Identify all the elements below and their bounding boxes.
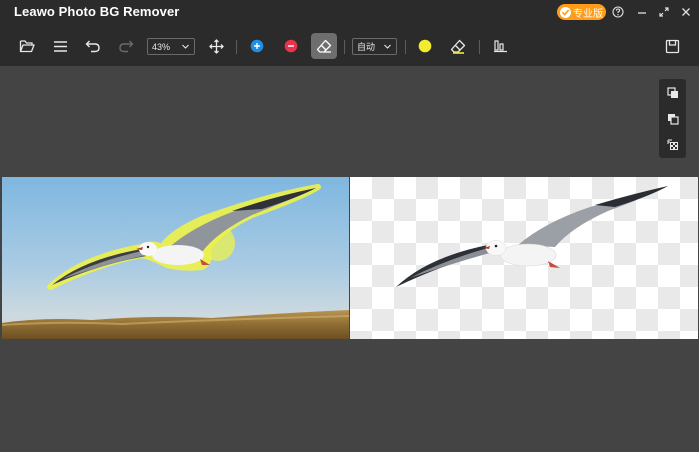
mode-select[interactable]: 自动 [352, 38, 397, 55]
pro-check-icon [560, 6, 571, 18]
title-bar: Leawo Photo BG Remover 专业版 [0, 0, 699, 24]
side-tool-panel [659, 79, 686, 158]
seagull-photo [2, 177, 349, 339]
chevron-down-icon [383, 42, 392, 53]
highlight-color-icon[interactable] [412, 33, 438, 59]
copy-icon[interactable] [663, 83, 682, 102]
minimize-icon[interactable] [634, 3, 650, 21]
toolbar-divider [405, 40, 406, 54]
seagull-cutout [396, 186, 668, 287]
duplicate-icon[interactable] [663, 109, 682, 128]
open-folder-icon[interactable] [14, 33, 40, 59]
move-icon[interactable] [203, 33, 229, 59]
zoom-select[interactable]: 43% [147, 38, 195, 55]
close-icon[interactable] [678, 3, 694, 21]
toolbar-divider [479, 40, 480, 54]
original-image-canvas[interactable] [2, 177, 349, 339]
mode-value: 自动 [357, 42, 376, 52]
undo-icon[interactable] [80, 33, 106, 59]
compare-icon[interactable] [487, 33, 513, 59]
transparent-layer-icon[interactable] [663, 135, 682, 154]
zoom-value: 43% [152, 41, 171, 52]
eraser-icon[interactable] [311, 33, 337, 59]
toolbar: 43% 自动 [0, 24, 699, 66]
clear-eraser-icon[interactable] [445, 33, 471, 59]
restore-icon[interactable] [656, 3, 672, 21]
toolbar-divider [344, 40, 345, 54]
redo-icon[interactable] [113, 33, 139, 59]
pro-badge[interactable]: 专业版 [557, 4, 606, 20]
help-icon[interactable] [610, 3, 626, 21]
menu-icon[interactable] [47, 33, 73, 59]
result-image-canvas[interactable] [350, 177, 698, 339]
pro-badge-label: 专业版 [573, 8, 603, 20]
toolbar-divider [236, 40, 237, 54]
save-icon[interactable] [659, 33, 685, 59]
app-title: Leawo Photo BG Remover [14, 4, 180, 19]
chevron-down-icon [181, 42, 190, 53]
add-brush-icon[interactable] [244, 33, 270, 59]
remove-brush-icon[interactable] [278, 33, 304, 59]
